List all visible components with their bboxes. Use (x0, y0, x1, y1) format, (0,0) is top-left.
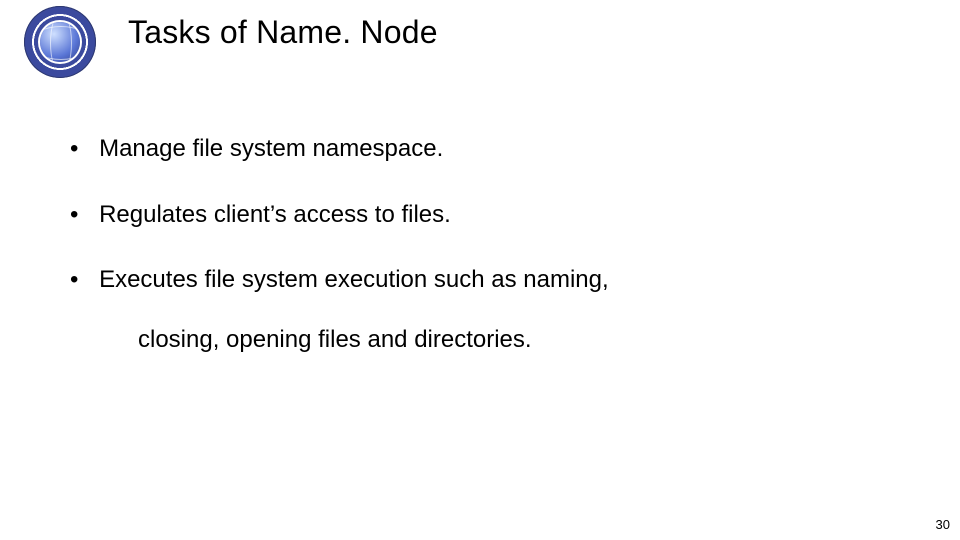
slide-title: Tasks of Name. Node (128, 14, 438, 51)
list-item: Manage file system namespace. (70, 132, 900, 166)
globe-icon (40, 22, 80, 62)
bullet-text: Executes file system execution such as n… (99, 266, 609, 293)
slide: Tasks of Name. Node Manage file system n… (0, 0, 960, 540)
bullet-text-continuation: closing, opening files and directories. (104, 323, 900, 357)
university-seal-logo (24, 6, 96, 78)
bullet-text: Regulates client’s access to files. (99, 201, 451, 228)
seal-icon (24, 6, 96, 78)
page-number: 30 (936, 517, 950, 532)
bullet-text: Manage file system namespace. (99, 135, 443, 162)
list-item: Regulates client’s access to files. (70, 198, 900, 232)
bullet-list: Manage file system namespace. Regulates … (70, 132, 900, 388)
list-item: Executes file system execution such as n… (70, 263, 900, 356)
